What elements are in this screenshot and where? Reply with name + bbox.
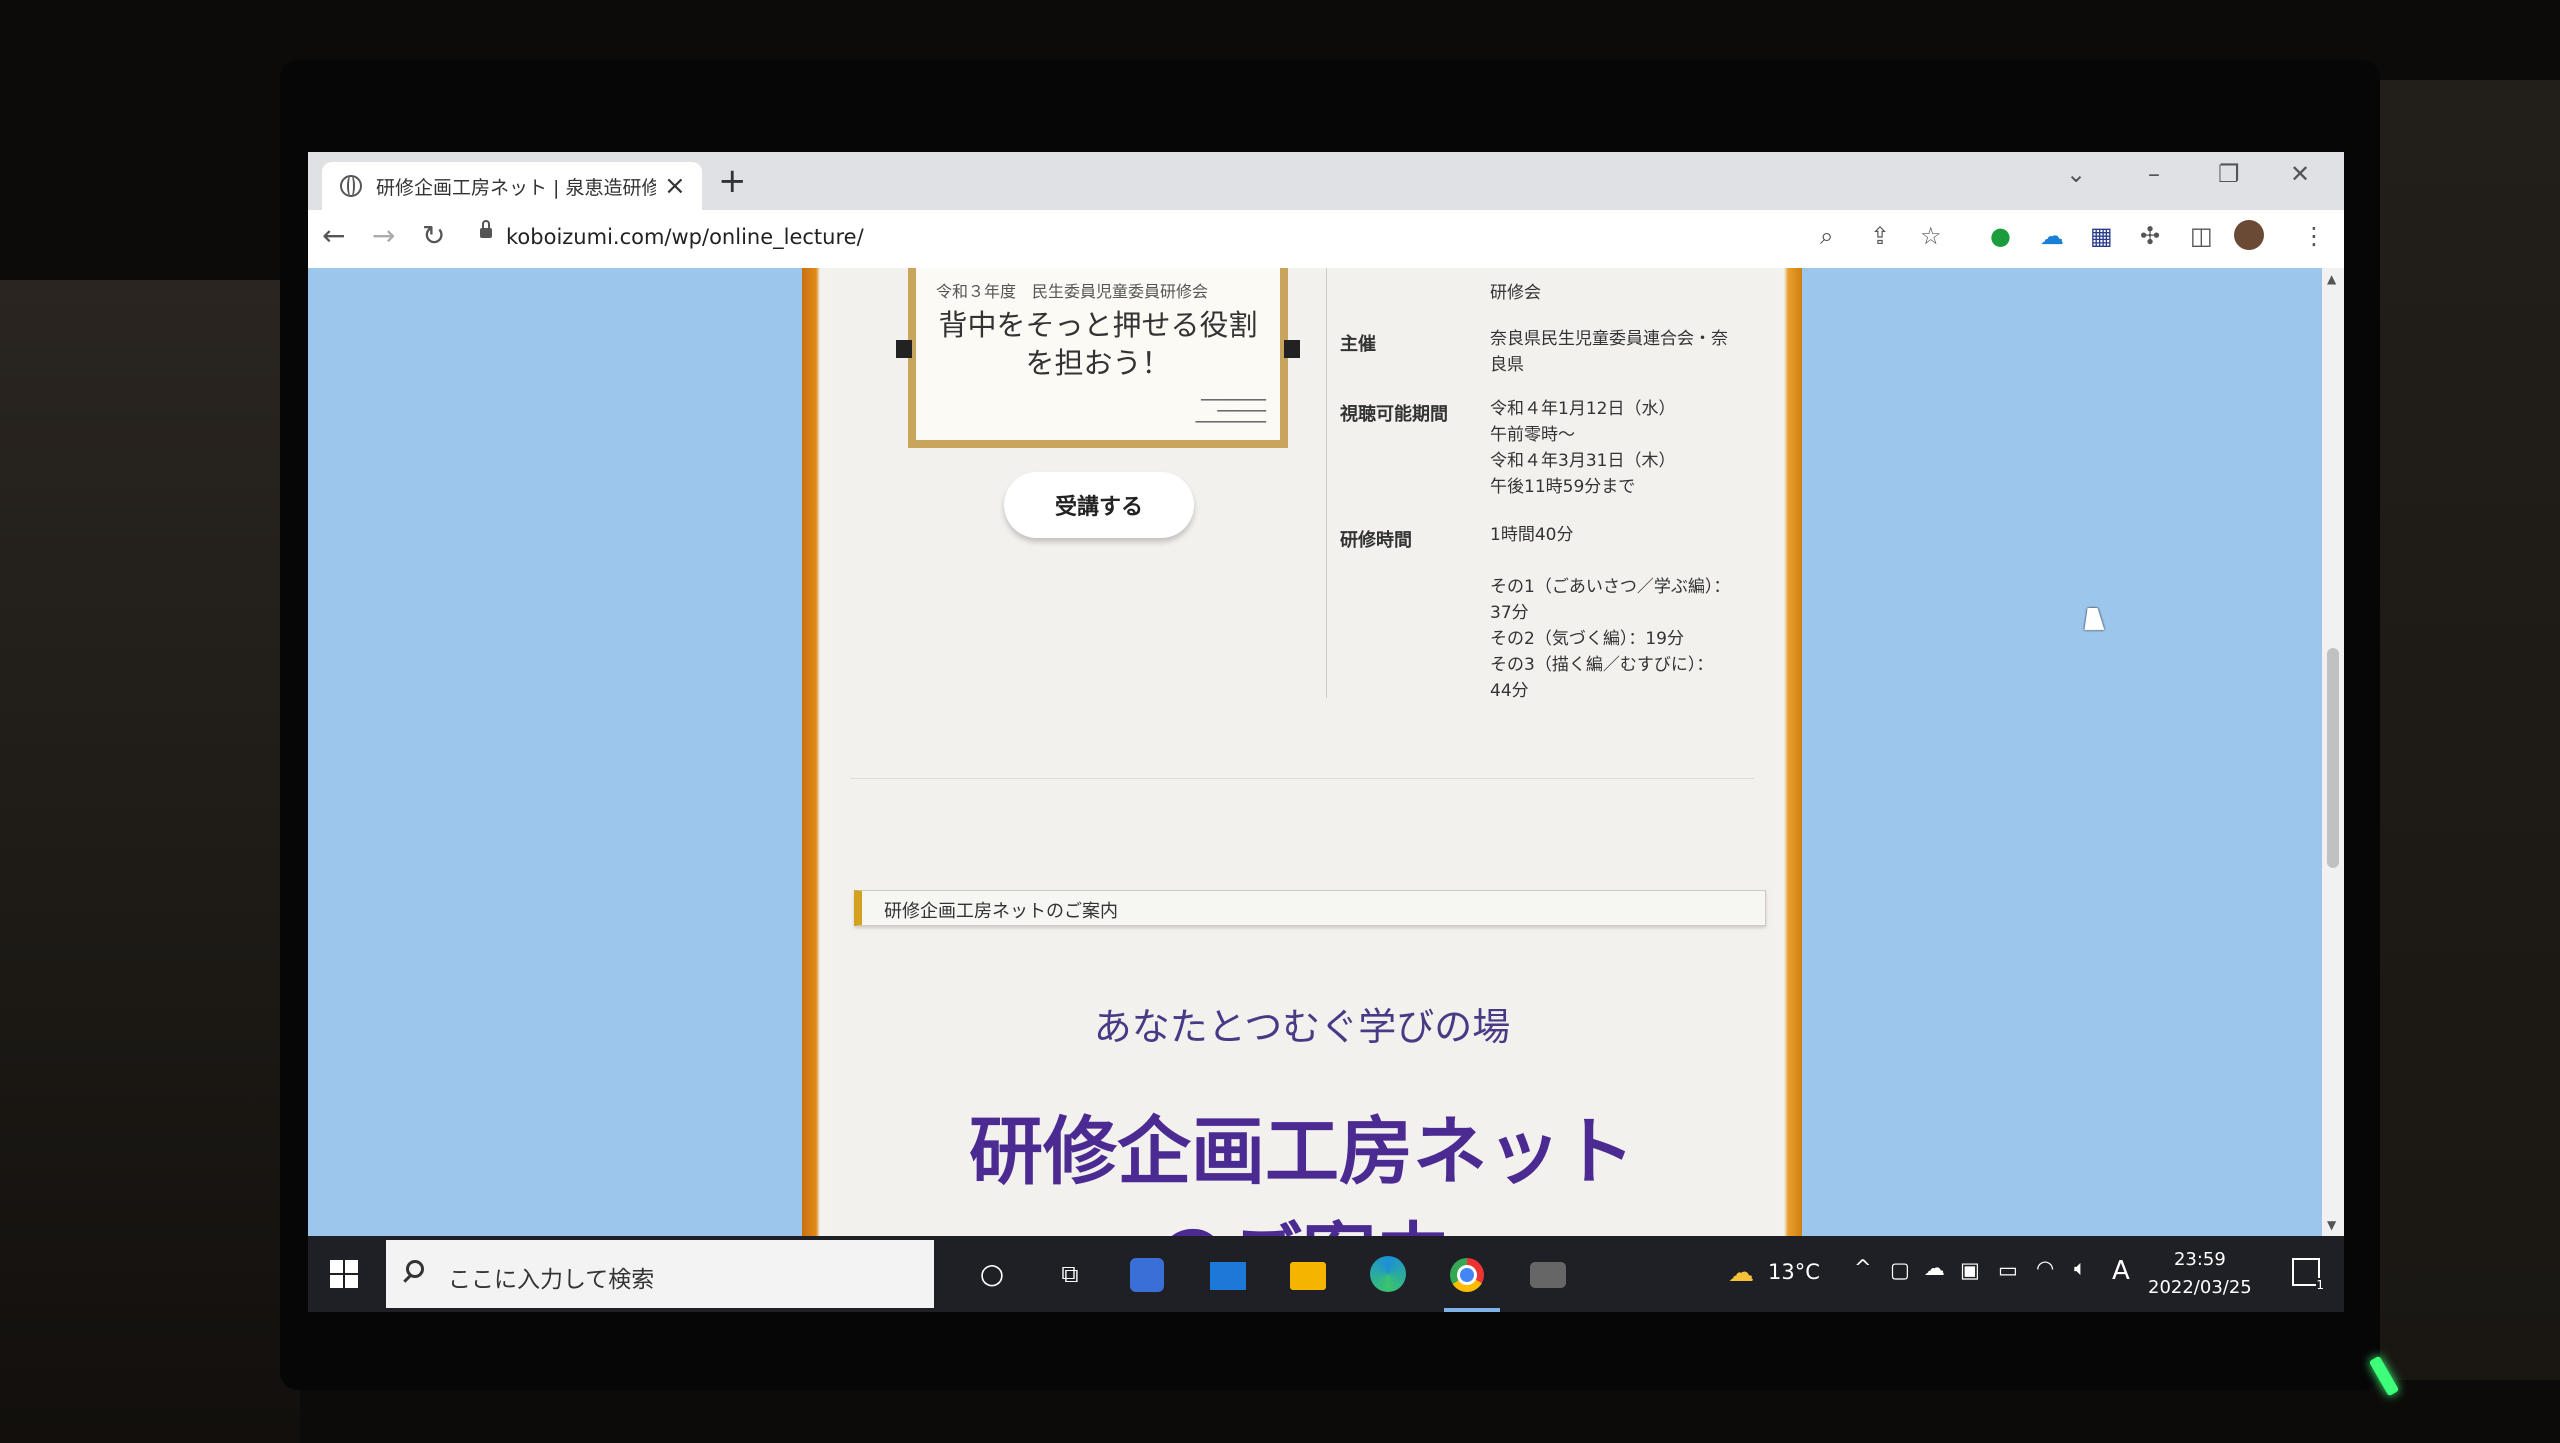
edge-icon[interactable] bbox=[1370, 1256, 1406, 1292]
cortana-icon[interactable]: ○ bbox=[972, 1254, 1012, 1294]
extension-green-icon[interactable]: ● bbox=[1990, 224, 2011, 248]
poster-peg-left bbox=[896, 340, 912, 358]
file-explorer-icon[interactable] bbox=[1290, 1262, 1326, 1290]
section-divider bbox=[850, 778, 1754, 779]
background-left bbox=[0, 280, 300, 1443]
globe-icon bbox=[340, 175, 362, 197]
info-value-host: 奈良県民生児童委員連合会・奈 良県 bbox=[1490, 329, 1728, 375]
wifi-icon[interactable]: ◠ bbox=[2036, 1256, 2054, 1280]
close-tab-icon[interactable]: × bbox=[664, 173, 686, 199]
url-field[interactable]: koboizumi.com/wp/online_lecture/ bbox=[476, 218, 2166, 260]
extension-grid-icon[interactable]: ▦ bbox=[2090, 224, 2113, 248]
lock-icon bbox=[480, 220, 492, 238]
notification-center-icon[interactable]: 1 bbox=[2292, 1258, 2324, 1292]
share-icon[interactable]: ⇪ bbox=[1870, 224, 1890, 248]
minimize-button[interactable]: – bbox=[2148, 160, 2160, 188]
tray-battery-icon[interactable]: ▭ bbox=[1998, 1258, 2018, 1282]
zoom-icon[interactable]: ⌕ bbox=[1820, 224, 1833, 248]
tab-title: 研修企画工房ネット | 泉恵造研修企画 bbox=[376, 176, 656, 199]
page-title-line2: のご案内 bbox=[830, 1198, 1774, 1236]
extensions-puzzle-icon[interactable]: ✣ bbox=[2140, 224, 2160, 248]
info-divider bbox=[1326, 268, 1327, 698]
poster-peg-right bbox=[1284, 340, 1300, 358]
new-tab-button[interactable]: + bbox=[718, 164, 747, 198]
clock-date: 2022/03/25 bbox=[2148, 1277, 2252, 1298]
reload-icon[interactable]: ↻ bbox=[422, 222, 445, 250]
forward-arrow-icon[interactable]: → bbox=[372, 222, 395, 250]
screen: 研修企画工房ネット | 泉恵造研修企画 × + ⌄ – ❐ ✕ ← → ↻ ko… bbox=[308, 152, 2344, 1312]
onedrive-extension-icon[interactable]: ☁ bbox=[2040, 224, 2064, 248]
search-icon bbox=[406, 1260, 424, 1278]
chrome-icon[interactable] bbox=[1450, 1258, 1484, 1292]
taskbar-clock[interactable]: 23:59 2022/03/25 bbox=[2148, 1246, 2252, 1302]
info-value-duration: 1時間40分 その1（ごあいさつ／学ぶ編）： 37分 その2（気づく編）：19分… bbox=[1490, 525, 1731, 701]
info-label-host: 主催 bbox=[1340, 334, 1376, 355]
mail-icon[interactable] bbox=[1210, 1262, 1246, 1290]
profile-avatar[interactable] bbox=[2234, 220, 2264, 250]
volume-icon[interactable]: 🔈︎ bbox=[2074, 1256, 2087, 1281]
tray-chevron-up-icon[interactable]: ^ bbox=[1854, 1256, 1872, 1280]
section-heading-bar: 研修企画工房ネットのご案内 bbox=[854, 890, 1766, 926]
taskbar-search-box[interactable]: ここに入力して検索 bbox=[386, 1240, 934, 1308]
weather-temp[interactable]: 13°C bbox=[1768, 1260, 1820, 1284]
poster-title: 背中をそっと押せる役割 を担おう！ bbox=[916, 306, 1280, 382]
poster-title-line2: を担おう！ bbox=[1025, 346, 1171, 380]
bookmark-star-icon[interactable]: ☆ bbox=[1920, 224, 1942, 248]
tagline: あなたとつむぐ学びの場 bbox=[1093, 1005, 1511, 1049]
task-view-icon[interactable]: ⧉ bbox=[1050, 1254, 1090, 1294]
page-viewport: 令和３年度 民生委員児童委員研修会 背中をそっと押せる役割 を担おう！ ━━━━… bbox=[308, 268, 2322, 1236]
poster-title-line1: 背中をそっと押せる役割 bbox=[938, 308, 1258, 342]
lecture-poster: 令和３年度 民生委員児童委員研修会 背中をそっと押せる役割 を担おう！ ━━━━… bbox=[908, 268, 1288, 448]
address-bar: ← → ↻ koboizumi.com/wp/online_lecture/ ⌕… bbox=[308, 210, 2344, 269]
notification-count: 1 bbox=[2316, 1278, 2324, 1292]
tab-search-chevron-icon[interactable]: ⌄ bbox=[2066, 160, 2086, 188]
weather-icon[interactable]: ☁ bbox=[1728, 1258, 1754, 1288]
info-label-viewing-period: 視聴可能期間 bbox=[1340, 404, 1448, 425]
vertical-scrollbar[interactable]: ▲ ▼ bbox=[2322, 268, 2344, 1236]
info-value-organizer-cont: 研修会 bbox=[1490, 283, 1541, 303]
info-value-viewing-period: 令和４年1月12日（水） 午前零時～ 令和４年3月31日（木） 午後11時59分… bbox=[1490, 399, 1676, 497]
tab-bar: 研修企画工房ネット | 泉恵造研修企画 × + ⌄ – ❐ ✕ bbox=[308, 152, 2344, 210]
camera-icon[interactable] bbox=[1530, 1262, 1566, 1288]
content-column: 令和３年度 民生委員児童委員研修会 背中をそっと押せる役割 を担おう！ ━━━━… bbox=[802, 268, 1802, 1236]
restore-button[interactable]: ❐ bbox=[2218, 160, 2240, 188]
store-icon[interactable] bbox=[1130, 1258, 1164, 1292]
scroll-thumb[interactable] bbox=[2327, 648, 2339, 868]
windows-taskbar: ここに入力して検索 ○ ⧉ ☁ 13°C ^ ▢ ☁ ▣ ▭ ◠ 🔈︎ A 23… bbox=[308, 1236, 2344, 1312]
tray-device-icon[interactable]: ▣ bbox=[1960, 1258, 1980, 1282]
mouse-cursor bbox=[2084, 608, 2108, 630]
ime-indicator[interactable]: A bbox=[2112, 1256, 2130, 1286]
menu-kebab-icon[interactable]: ⋮ bbox=[2302, 224, 2326, 248]
close-window-button[interactable]: ✕ bbox=[2290, 160, 2310, 188]
scroll-down-arrow-icon[interactable]: ▼ bbox=[2327, 1218, 2336, 1232]
browser-tab[interactable]: 研修企画工房ネット | 泉恵造研修企画 × bbox=[322, 162, 702, 210]
poster-fine-print: ━━━━━━━━━━━━ ━━━━━━━━━ ━━━━━━━━━━━━━ bbox=[1195, 396, 1266, 428]
info-label-duration: 研修時間 bbox=[1340, 530, 1412, 551]
chrome-active-indicator bbox=[1444, 1308, 1500, 1312]
section-heading: 研修企画工房ネットのご案内 bbox=[884, 901, 1118, 922]
tray-onedrive-icon[interactable]: ☁ bbox=[1924, 1256, 1945, 1280]
back-arrow-icon[interactable]: ← bbox=[322, 222, 345, 250]
start-button[interactable] bbox=[330, 1260, 360, 1290]
search-placeholder: ここに入力して検索 bbox=[448, 1267, 655, 1293]
page-title: 研修企画工房ネット bbox=[969, 1109, 1635, 1195]
tray-meet-icon[interactable]: ▢ bbox=[1890, 1258, 1910, 1282]
enroll-button[interactable]: 受講する bbox=[1004, 472, 1194, 538]
side-panel-icon[interactable]: ◫ bbox=[2190, 224, 2213, 248]
url-text: koboizumi.com/wp/online_lecture/ bbox=[506, 225, 864, 249]
poster-header: 令和３年度 民生委員児童委員研修会 bbox=[936, 282, 1209, 301]
clock-time: 23:59 bbox=[2173, 1249, 2226, 1270]
scroll-up-arrow-icon[interactable]: ▲ bbox=[2327, 272, 2336, 286]
content-inner: 令和３年度 民生委員児童委員研修会 背中をそっと押せる役割 を担おう！ ━━━━… bbox=[830, 268, 1774, 1236]
